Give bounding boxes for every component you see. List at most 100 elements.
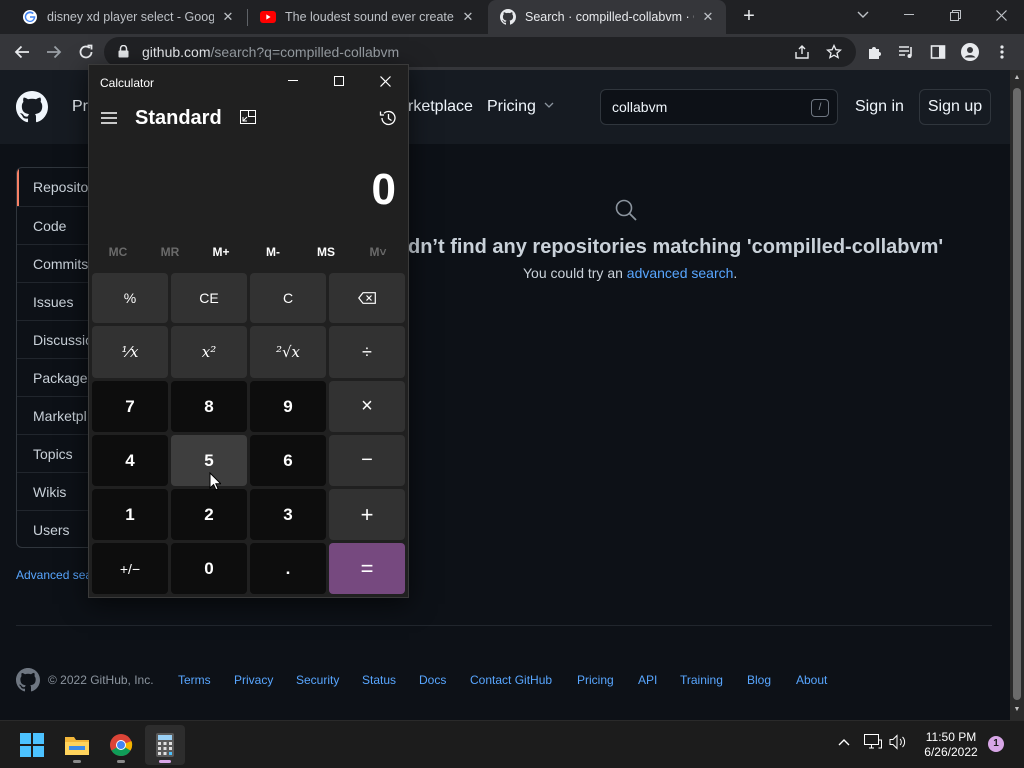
digit-8-key[interactable]: 8 <box>171 381 247 432</box>
tab-youtube[interactable]: The loudest sound ever created... ✕ <box>248 0 486 34</box>
calculator-window: Calculator Standard 0 MC MR M+ M- MS M˅ … <box>88 64 409 598</box>
footer-link-api[interactable]: API <box>638 673 657 687</box>
sign-in-link[interactable]: Sign in <box>855 98 904 116</box>
network-icon[interactable] <box>864 734 882 753</box>
tab-github-search[interactable]: Search · compilled-collabvm · Git ✕ <box>488 0 726 34</box>
taskbar-clock[interactable]: 11:50 PM 6/26/2022 <box>914 730 988 760</box>
notification-badge[interactable]: 1 <box>988 736 1004 752</box>
new-tab-button[interactable]: + <box>738 6 760 28</box>
footer-link-security[interactable]: Security <box>296 673 339 687</box>
nav-product[interactable]: Pr <box>72 98 88 116</box>
footer-copyright: © 2022 GitHub, Inc. <box>48 673 154 687</box>
memory-store-button[interactable]: MS <box>300 245 352 259</box>
show-hidden-icons-chevron-icon[interactable] <box>838 735 850 749</box>
close-tab-icon[interactable]: ✕ <box>220 9 236 25</box>
media-control-icon[interactable] <box>892 38 920 66</box>
calculator-close-button[interactable] <box>362 65 408 97</box>
github-footer-logo-icon[interactable] <box>16 668 40 697</box>
google-icon <box>22 9 38 25</box>
add-key[interactable]: + <box>329 489 405 540</box>
scroll-up-arrow-icon[interactable]: ▲ <box>1013 74 1021 81</box>
clear-key[interactable]: C <box>250 273 326 323</box>
address-bar[interactable]: github.com/search?q=compilled-collabvm <box>104 37 856 67</box>
memory-recall-button[interactable]: MR <box>144 245 196 259</box>
equals-key[interactable]: = <box>329 543 405 594</box>
profile-avatar-icon[interactable] <box>956 38 984 66</box>
digit-1-key[interactable]: 1 <box>92 489 168 540</box>
digit-9-key[interactable]: 9 <box>250 381 326 432</box>
hamburger-menu-icon[interactable] <box>101 111 117 129</box>
footer-link-blog[interactable]: Blog <box>747 673 771 687</box>
digit-0-key[interactable]: 0 <box>171 543 247 594</box>
github-logo-icon[interactable] <box>16 91 48 128</box>
footer-link-training[interactable]: Training <box>680 673 723 687</box>
nav-pricing[interactable]: Pricing <box>487 98 554 116</box>
advanced-search-inline-link[interactable]: advanced search <box>627 265 734 281</box>
digit-3-key[interactable]: 3 <box>250 489 326 540</box>
digit-6-key[interactable]: 6 <box>250 435 326 486</box>
windows-logo-icon <box>20 733 44 757</box>
history-icon[interactable] <box>379 109 397 132</box>
footer-link-terms[interactable]: Terms <box>178 673 211 687</box>
footer-link-pricing[interactable]: Pricing <box>577 673 614 687</box>
multiply-key[interactable]: × <box>329 381 405 432</box>
backspace-key[interactable] <box>329 273 405 323</box>
clear-entry-key[interactable]: CE <box>171 273 247 323</box>
tab-search-chevron-icon[interactable] <box>840 0 886 30</box>
memory-clear-button[interactable]: MC <box>92 245 144 259</box>
digit-2-key[interactable]: 2 <box>171 489 247 540</box>
chrome-menu-icon[interactable] <box>988 38 1016 66</box>
calculator-maximize-button[interactable] <box>316 65 362 97</box>
volume-icon[interactable] <box>889 734 907 753</box>
footer-link-contact[interactable]: Contact GitHub <box>470 673 552 687</box>
memory-subtract-button[interactable]: M- <box>247 245 299 259</box>
calculator-title: Calculator <box>100 76 155 90</box>
taskbar-chrome[interactable] <box>101 725 141 765</box>
search-shortcut-key: / <box>811 99 829 117</box>
back-arrow-icon[interactable] <box>8 38 36 66</box>
reciprocal-key[interactable]: ¹⁄x <box>92 326 168 378</box>
memory-add-button[interactable]: M+ <box>195 245 247 259</box>
scroll-down-arrow-icon[interactable]: ▼ <box>1013 706 1021 713</box>
percent-key[interactable]: % <box>92 273 168 323</box>
digit-4-key[interactable]: 4 <box>92 435 168 486</box>
close-window-button[interactable] <box>978 0 1024 30</box>
forward-arrow-icon[interactable] <box>40 38 68 66</box>
footer-link-docs[interactable]: Docs <box>419 673 446 687</box>
taskbar-calculator[interactable] <box>145 725 185 765</box>
calculator-minimize-button[interactable] <box>270 65 316 97</box>
square-root-key[interactable]: ²√x <box>250 326 326 378</box>
tab-google-search[interactable]: disney xd player select - Google ✕ <box>10 0 246 34</box>
calculator-mode-title: Standard <box>135 107 222 129</box>
extensions-puzzle-icon[interactable] <box>860 38 888 66</box>
footer-link-about[interactable]: About <box>796 673 827 687</box>
github-search-input[interactable]: collabvm / <box>600 89 838 125</box>
sign-up-button[interactable]: Sign up <box>919 89 991 125</box>
bookmark-star-icon[interactable] <box>820 38 848 66</box>
minimize-window-button[interactable] <box>886 0 932 30</box>
share-icon[interactable] <box>788 38 816 66</box>
close-tab-icon[interactable]: ✕ <box>460 9 476 25</box>
decimal-key[interactable]: . <box>250 543 326 594</box>
taskbar-file-explorer[interactable] <box>57 725 97 765</box>
nav-marketplace[interactable]: rketplace <box>408 98 473 116</box>
restore-window-button[interactable] <box>932 0 978 30</box>
keep-on-top-icon[interactable] <box>240 110 256 129</box>
advanced-search-link[interactable]: Advanced sea <box>16 568 92 582</box>
github-icon <box>500 9 516 25</box>
footer-link-status[interactable]: Status <box>362 673 396 687</box>
side-panel-icon[interactable] <box>924 38 952 66</box>
start-button[interactable] <box>12 725 52 765</box>
close-tab-icon[interactable]: ✕ <box>700 9 716 25</box>
youtube-icon <box>260 9 276 25</box>
divide-key[interactable]: ÷ <box>329 326 405 378</box>
subtract-key[interactable]: − <box>329 435 405 486</box>
memory-list-button[interactable]: M˅ <box>352 245 404 259</box>
page-scrollbar[interactable]: ▲ ▼ <box>1010 70 1024 720</box>
reload-icon[interactable] <box>72 38 100 66</box>
digit-7-key[interactable]: 7 <box>92 381 168 432</box>
negate-key[interactable]: +/− <box>92 543 168 594</box>
scrollbar-thumb[interactable] <box>1013 88 1021 700</box>
footer-link-privacy[interactable]: Privacy <box>234 673 273 687</box>
square-key[interactable]: x² <box>171 326 247 378</box>
